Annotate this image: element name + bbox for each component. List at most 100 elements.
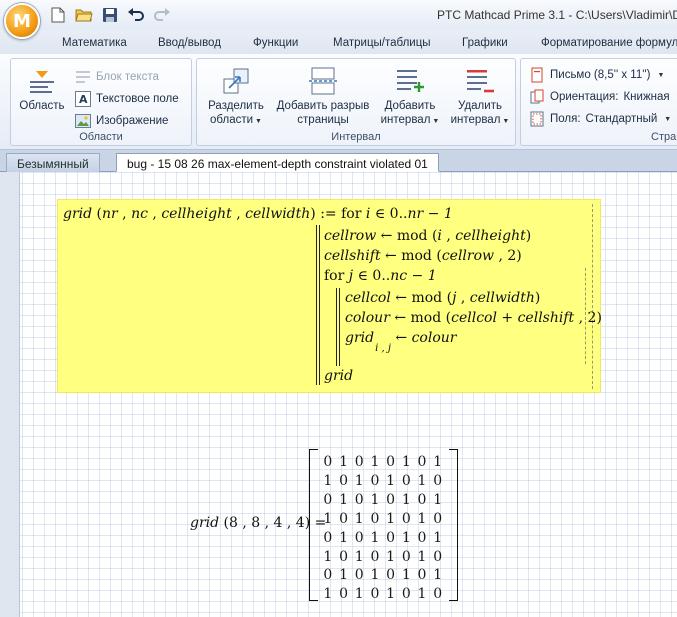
save-icon[interactable] xyxy=(100,5,120,25)
line-colour: colour ← mod (cellcol + cellshift , 2) xyxy=(345,310,602,326)
comma: , xyxy=(574,310,588,326)
add-page-break-label-1: Добавить разрыв xyxy=(276,100,370,112)
new-icon[interactable] xyxy=(48,5,68,25)
program-bar-outer xyxy=(316,225,320,385)
matrix-cell: 1 xyxy=(323,586,333,603)
matrix-cell: 1 xyxy=(433,491,443,508)
add-interval-label-1: Добавить xyxy=(384,100,436,112)
matrix-row: 01010101 xyxy=(320,567,446,583)
split-regions-button[interactable]: Разделить области ▼ xyxy=(201,65,271,129)
text-field-label: Текстовое поле xyxy=(96,93,179,105)
app-menu-button[interactable]: M xyxy=(4,3,40,39)
tab-plots[interactable]: Графики xyxy=(462,30,508,49)
tab-io[interactable]: Ввод/вывод xyxy=(158,30,221,49)
tab-formatting[interactable]: Форматирование формул xyxy=(541,30,677,49)
worksheet[interactable]: grid (nr , nc , cellheight , cellwidth) … xyxy=(0,172,677,617)
mod-function: mod xyxy=(401,248,432,264)
matrix-cell: 0 xyxy=(417,454,427,470)
doc-tab-untitled[interactable]: Безымянный xyxy=(6,153,100,172)
matrix-cell: 0 xyxy=(433,548,443,565)
matrix-cell: 1 xyxy=(386,586,396,603)
matrix-cell: 0 xyxy=(339,510,348,527)
add-page-break-button[interactable]: Добавить разрыв страницы xyxy=(275,65,371,127)
eval-args: 8 , 8 , 4 , 4 xyxy=(229,515,305,531)
paper-icon xyxy=(531,67,543,83)
paper-size-dropdown[interactable]: Письмо (8,5'' x 11'') ▼ xyxy=(529,67,664,83)
matrix-cell: 1 xyxy=(417,510,427,527)
range-end: nr − 1 xyxy=(407,206,453,222)
matrix-cell: 1 xyxy=(370,567,380,584)
undo-icon[interactable] xyxy=(126,5,146,25)
matrix-cell: 1 xyxy=(401,491,411,508)
close-paren: ) xyxy=(516,248,522,264)
matrix-cell: 1 xyxy=(370,454,380,470)
left-ruler xyxy=(0,172,20,617)
definition-operator: := xyxy=(320,206,337,222)
tab-functions[interactable]: Функции xyxy=(253,30,298,49)
local-assign-arrow: ← xyxy=(380,228,393,244)
matrix-cell: 0 xyxy=(386,454,396,470)
orientation-value: Книжная xyxy=(623,91,670,103)
region-button[interactable]: Область xyxy=(17,65,67,113)
open-icon[interactable] xyxy=(74,5,94,25)
chevron-down-icon: ▼ xyxy=(657,71,665,79)
matrix-cell: 1 xyxy=(354,548,364,565)
margins-dropdown[interactable]: Поля: Стандартный ▼ xyxy=(529,111,671,127)
tab-matrices[interactable]: Матрицы/таблицы xyxy=(333,30,431,49)
mod-function: mod xyxy=(411,290,443,306)
matrix-cell: 0 xyxy=(417,529,427,546)
matrix-cell: 1 xyxy=(386,510,396,527)
var-cellcol: cellcol xyxy=(345,290,391,306)
paper-size-label: Письмо (8,5'' x 11'') xyxy=(550,69,651,81)
tab-math[interactable]: Математика xyxy=(62,30,127,49)
matrix-cell: 0 xyxy=(370,510,380,527)
arg-nr: nr xyxy=(102,206,118,222)
loop-var-i: i xyxy=(365,206,371,222)
close-paren: ) xyxy=(310,206,321,222)
line-for-j: for j ∈ 0..nc − 1 xyxy=(324,268,437,284)
chevron-down-icon: ▼ xyxy=(255,118,262,125)
matrix-cell: 0 xyxy=(323,454,333,470)
doc-tab-bug[interactable]: bug - 15 08 26 max-element-depth constra… xyxy=(116,153,439,172)
image-icon xyxy=(75,114,91,128)
matrix-cell: 0 xyxy=(354,454,364,470)
matrix-cell: 1 xyxy=(386,548,396,565)
matrix-cell: 1 xyxy=(339,567,348,584)
delete-interval-label-1: Удалить xyxy=(458,100,502,112)
matrix-cell: 1 xyxy=(370,529,380,546)
matrix-cell: 1 xyxy=(417,586,427,603)
matrix-cell: 0 xyxy=(401,472,411,489)
chevron-down-icon: ▼ xyxy=(432,118,440,125)
element-of: ∈ xyxy=(374,206,386,222)
matrix-cell: 0 xyxy=(370,472,380,489)
text-block-button[interactable]: Блок текста xyxy=(75,69,159,85)
delete-interval-button[interactable]: Удалить интервал ▼ xyxy=(447,65,513,129)
matrix-cell: 1 xyxy=(354,510,364,527)
function-name: grid xyxy=(63,206,93,222)
delete-interval-label-2-wrap: интервал ▼ xyxy=(447,113,513,129)
matrix-cell: 0 xyxy=(433,510,443,527)
ribbon-tabs: Математика Ввод/вывод Функции Матрицы/та… xyxy=(0,30,677,54)
local-assign-arrow: ← xyxy=(385,248,397,264)
image-button[interactable]: Изображение xyxy=(75,113,168,129)
redo-icon[interactable] xyxy=(152,5,172,25)
page-group: Письмо (8,5'' x 11'') ▼ Ориентация: Книжн… xyxy=(520,58,677,146)
matrix-cell: 0 xyxy=(323,529,333,546)
line-cellrow: cellrow ← mod (i , cellheight) xyxy=(324,228,531,244)
matrix-row: 01010101 xyxy=(320,492,446,508)
matrix-row: 01010101 xyxy=(320,454,446,470)
matrix-row: 10101010 xyxy=(320,549,446,565)
eval-function-name: grid xyxy=(190,515,220,531)
line-grid-assign: gridi , j ← colour xyxy=(345,330,457,354)
text-field-button[interactable]: A Текстовое поле xyxy=(75,91,179,107)
line-cellcol: cellcol ← mod (j , cellwidth) xyxy=(345,290,540,306)
orientation-dropdown[interactable]: Ориентация: Книжная▼ xyxy=(529,89,677,105)
title-bar: M PTC Mathcad Prime 3.1 - C:\Users\Vladi… xyxy=(0,0,677,39)
matrix-left-bracket xyxy=(309,449,318,601)
matrix-cell: 1 xyxy=(417,548,427,565)
var-colour-ref: colour xyxy=(411,330,457,346)
add-interval-button[interactable]: Добавить интервал ▼ xyxy=(377,65,443,129)
open-paren: ( xyxy=(219,515,230,531)
line-return: grid xyxy=(324,368,353,384)
evaluation-expression[interactable]: grid (8 , 8 , 4 , 4) = xyxy=(190,515,326,531)
